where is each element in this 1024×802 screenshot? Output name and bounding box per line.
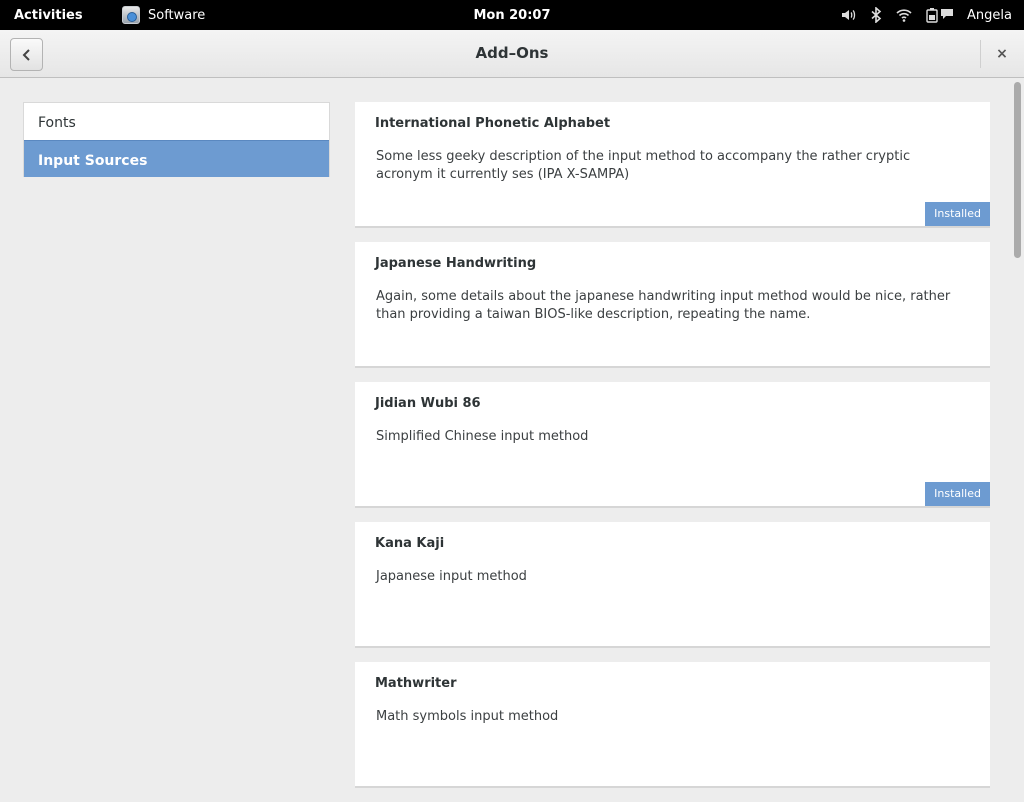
sidebar-item-label: Input Sources (38, 153, 148, 169)
scrollbar-thumb[interactable] (1014, 82, 1021, 258)
system-tray[interactable] (840, 7, 940, 23)
app-menu-label: Software (148, 7, 206, 23)
activities-button[interactable]: Activities (14, 8, 83, 23)
addon-list: International Phonetic Alphabet Some les… (355, 102, 990, 802)
addon-name: Jidian Wubi 86 (375, 396, 481, 411)
header-bar: Add–Ons × (0, 30, 1024, 78)
battery-icon[interactable] (924, 7, 940, 23)
sidebar-item-input-sources[interactable]: Input Sources (24, 140, 329, 177)
close-icon: × (996, 46, 1008, 62)
bluetooth-icon[interactable] (868, 7, 884, 23)
addon-description: Math symbols input method (376, 709, 559, 724)
sidebar-item-label: Fonts (38, 115, 76, 131)
top-bar: Activities Software Mon 20:07 Angela (0, 0, 1024, 30)
app-menu[interactable]: Software (122, 6, 205, 24)
user-menu[interactable]: Angela (967, 8, 1012, 23)
addon-description: Again, some details about the japanese h… (376, 289, 951, 322)
back-button[interactable] (10, 38, 43, 71)
addon-description: Japanese input method (376, 569, 527, 584)
chevron-left-icon (22, 48, 30, 61)
close-button[interactable]: × (990, 42, 1014, 66)
addon-name: Mathwriter (375, 676, 457, 691)
clock[interactable]: Mon 20:07 (473, 8, 550, 23)
addon-card[interactable]: Mathwriter Math symbols input method (355, 662, 990, 788)
addon-description: Simplified Chinese input method (376, 429, 589, 444)
addon-name: Kana Kaji (375, 536, 445, 551)
installed-badge: Installed (925, 202, 990, 226)
addon-card[interactable]: International Phonetic Alphabet Some les… (355, 102, 990, 228)
addon-description: Some less geeky description of the input… (376, 149, 911, 182)
addon-card[interactable]: Kana Kaji Japanese input method (355, 522, 990, 648)
page-title: Add–Ons (475, 44, 549, 62)
chat-icon[interactable] (940, 8, 954, 20)
addon-card[interactable]: Japanese Handwriting Again, some details… (355, 242, 990, 368)
addon-name: Japanese Handwriting (375, 256, 537, 271)
wifi-icon[interactable] (896, 7, 912, 23)
sidebar-item-fonts[interactable]: Fonts (24, 103, 329, 140)
vertical-scrollbar[interactable] (1010, 78, 1024, 768)
volume-icon[interactable] (840, 7, 856, 23)
software-app-icon (122, 6, 140, 24)
installed-badge: Installed (925, 482, 990, 506)
category-sidebar: Fonts Input Sources (23, 102, 330, 177)
addon-card[interactable]: Jidian Wubi 86 Simplified Chinese input … (355, 382, 990, 508)
header-separator (980, 40, 981, 68)
addon-name: International Phonetic Alphabet (375, 116, 611, 131)
